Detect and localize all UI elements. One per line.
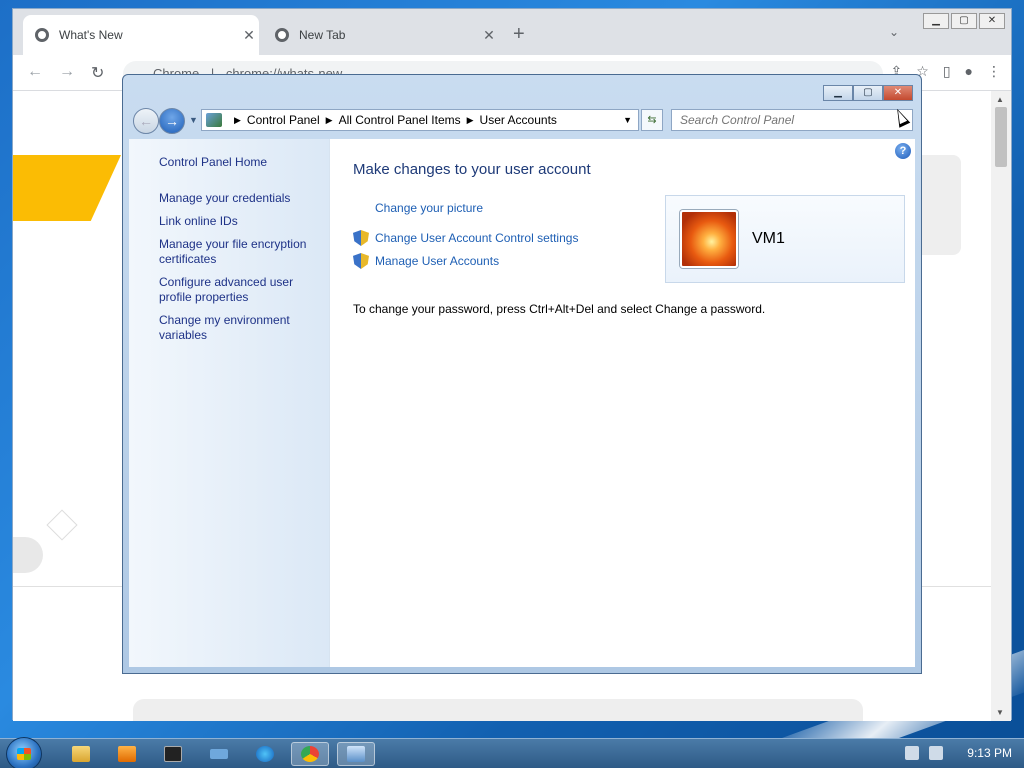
menu-kebab-icon[interactable]: ⋮ (987, 63, 1001, 80)
control-panel-window: ▁ ▢ ✕ ← → ▼ ▶ Control Panel ▶ All Contro… (122, 74, 922, 674)
breadcrumb-item[interactable]: User Accounts (480, 113, 557, 127)
keyboard-icon (210, 749, 228, 759)
edge-icon (256, 746, 274, 762)
taskbar-media-player[interactable] (108, 742, 146, 766)
taskbar-chrome[interactable] (291, 742, 329, 766)
clock[interactable]: 9:13 PM (967, 746, 1012, 760)
refresh-icon[interactable]: ⇆ (641, 109, 663, 131)
password-note: To change your password, press Ctrl+Alt+… (353, 302, 766, 316)
user-name: VM1 (752, 230, 785, 247)
task-label[interactable]: Manage User Accounts (375, 254, 499, 268)
volume-icon[interactable] (929, 746, 944, 760)
chrome-favicon-icon (35, 28, 49, 42)
system-tray: 9:13 PM (905, 746, 1012, 760)
terminal-icon (164, 746, 182, 762)
uac-shield-icon (353, 230, 369, 246)
task-uac-settings[interactable]: Change User Account Control settings (353, 230, 578, 246)
start-button[interactable] (6, 737, 42, 768)
decorative-shape (13, 155, 121, 221)
taskbar-control-panel[interactable] (337, 742, 375, 766)
scrollbar-thumb[interactable] (995, 107, 1007, 167)
close-tab-icon[interactable]: ✕ (479, 27, 499, 44)
chrome-icon (301, 746, 319, 762)
profile-icon[interactable]: ● (965, 63, 973, 80)
scroll-up-icon[interactable]: ▲ (996, 95, 1004, 104)
breadcrumb-item[interactable]: Control Panel (247, 113, 320, 127)
taskbar: 9:13 PM (0, 737, 1024, 768)
sidebar-link-environment[interactable]: Change my environment variables (159, 313, 319, 343)
maximize-icon[interactable]: ▢ (951, 13, 977, 29)
network-icon[interactable] (905, 746, 920, 760)
sidebar-link-online-ids[interactable]: Link online IDs (159, 214, 319, 229)
user-account-card: VM1 (665, 195, 905, 283)
cp-main-pane: ? Make changes to your user account Chan… (331, 139, 915, 667)
cp-sidebar: Control Panel Home Manage your credentia… (129, 139, 330, 667)
cp-content: Control Panel Home Manage your credentia… (129, 139, 915, 667)
recent-pages-dropdown-icon[interactable]: ▼ (189, 115, 198, 125)
tab-search-icon[interactable]: ⌄ (889, 25, 899, 39)
uac-shield-icon (353, 253, 369, 269)
close-tab-icon[interactable]: ✕ (239, 27, 259, 44)
avatar[interactable] (680, 210, 738, 268)
tab-whats-new[interactable]: What's New ✕ (23, 15, 259, 55)
chrome-window-controls: ▁ ▢ ✕ (923, 13, 1005, 29)
taskbar-terminal[interactable] (154, 742, 192, 766)
back-arrow-icon[interactable]: ← (27, 63, 43, 81)
task-change-picture[interactable]: Change your picture (375, 201, 483, 215)
tab-new-tab[interactable]: New Tab ✕ (263, 15, 499, 55)
control-panel-icon (347, 746, 365, 762)
taskbar-explorer[interactable] (62, 742, 100, 766)
task-label[interactable]: Change User Account Control settings (375, 231, 578, 245)
scroll-down-icon[interactable]: ▼ (996, 708, 1004, 717)
cp-window-controls: ▁ ▢ ✕ (823, 85, 913, 101)
page-title: Make changes to your user account (353, 161, 591, 178)
forward-button[interactable]: → (159, 108, 185, 134)
close-icon[interactable]: ✕ (979, 13, 1005, 29)
sidebar-link-encryption[interactable]: Manage your file encryption certificates (159, 237, 319, 267)
taskbar-edge[interactable] (246, 742, 284, 766)
minimize-icon[interactable]: ▁ (823, 85, 853, 101)
new-tab-icon[interactable]: + (513, 23, 525, 46)
side-panel-icon[interactable]: ▯ (943, 63, 951, 80)
page-search-box[interactable] (133, 699, 863, 721)
chrome-favicon-icon (275, 28, 289, 42)
sidebar-link-profile[interactable]: Configure advanced user profile properti… (159, 275, 319, 305)
page-scrollbar[interactable]: ▲ ▼ (991, 91, 1011, 721)
taskbar-keyboard[interactable] (200, 742, 238, 766)
task-manage-accounts[interactable]: Manage User Accounts (353, 253, 499, 269)
decorative-diamond (46, 509, 78, 541)
help-icon[interactable]: ? (895, 143, 911, 159)
reload-icon[interactable]: ↻ (91, 63, 104, 83)
media-player-icon (118, 746, 136, 762)
decorative-circle (13, 537, 43, 573)
breadcrumb-item[interactable]: All Control Panel Items (339, 113, 461, 127)
back-button[interactable]: ← (133, 108, 159, 134)
task-label[interactable]: Change your picture (375, 201, 483, 215)
address-dropdown-icon[interactable]: ▼ (623, 115, 632, 125)
tab-title: What's New (59, 28, 123, 42)
tab-strip: What's New ✕ New Tab ✕ + ⌄ ▁ ▢ ✕ (13, 9, 1011, 55)
cp-navigation-bar: ← → ▼ ▶ Control Panel ▶ All Control Pane… (131, 107, 915, 134)
sidebar-link-credentials[interactable]: Manage your credentials (159, 191, 319, 206)
sidebar-link-home[interactable]: Control Panel Home (159, 155, 319, 170)
forward-arrow-icon[interactable]: → (59, 63, 75, 81)
tab-title: New Tab (299, 28, 346, 42)
control-panel-icon (206, 113, 222, 127)
minimize-icon[interactable]: ▁ (923, 13, 949, 29)
search-input[interactable] (671, 109, 913, 131)
cp-address-bar[interactable]: ▶ Control Panel ▶ All Control Panel Item… (201, 109, 639, 131)
file-explorer-icon (72, 746, 90, 762)
close-icon[interactable]: ✕ (883, 85, 913, 101)
maximize-icon[interactable]: ▢ (853, 85, 883, 101)
